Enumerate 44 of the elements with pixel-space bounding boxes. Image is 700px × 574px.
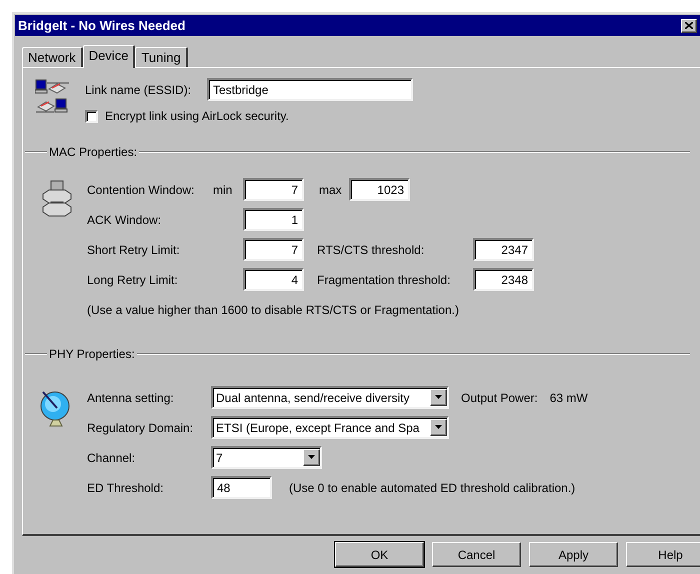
number-field[interactable]: 1023 (349, 178, 410, 201)
dialog-button[interactable]: Help (626, 542, 700, 567)
number-field[interactable]: 1 (243, 208, 304, 231)
field-label: Antenna setting: (87, 390, 175, 406)
checkbox[interactable] (85, 110, 98, 122)
group-title: MAC Properties: (48, 144, 138, 161)
tab[interactable]: Tuning (135, 47, 188, 67)
field-label: ACK Window: (87, 212, 162, 228)
number-field[interactable]: 2348 (473, 268, 534, 291)
output-power-value: 63 mW (550, 390, 588, 406)
field-label: Contention Window: (87, 182, 196, 198)
dropdown[interactable]: Dual antenna, send/receive diversity (211, 386, 449, 409)
dialog-button[interactable]: Apply (529, 542, 618, 567)
checkbox-label[interactable]: Encrypt link using AirLock security. (105, 107, 289, 125)
close-icon[interactable] (681, 18, 697, 32)
max-label: max (319, 182, 343, 198)
field-label: Long Retry Limit: (87, 272, 179, 288)
network-computers-icon (35, 79, 71, 115)
field-label: RTS/CTS threshold: (317, 242, 426, 258)
group-title: PHY Properties: (48, 346, 136, 363)
field-label: ED Threshold: (87, 480, 164, 496)
link-name-field[interactable]: Testbridge (207, 78, 413, 101)
dropdown[interactable]: ETSI (Europe, except France and Spa (211, 416, 449, 439)
number-field[interactable]: 7 (243, 178, 304, 201)
field-label: Link name (ESSID): (85, 82, 192, 98)
number-field[interactable]: 4 (243, 268, 304, 291)
min-label: min (213, 182, 234, 198)
hint-text: (Use 0 to enable automated ED threshold calibration.) (289, 480, 576, 496)
field-label: Channel: (87, 450, 136, 466)
dropdown[interactable]: 7 (211, 446, 322, 469)
output-power-label: Output Power: (461, 390, 538, 406)
dialog-button[interactable]: OK (335, 542, 424, 567)
nut-and-bolt-icon (41, 180, 73, 218)
number-field[interactable]: 2347 (473, 238, 534, 261)
tab[interactable]: Network (22, 47, 83, 67)
number-field[interactable]: 48 (211, 476, 272, 499)
dialog-button[interactable]: Cancel (432, 542, 521, 567)
field-label: Short Retry Limit: (87, 242, 181, 258)
window-title: BridgeIt - No Wires Needed (17, 16, 186, 35)
number-field[interactable]: 7 (243, 238, 304, 261)
field-label: Regulatory Domain: (87, 420, 194, 436)
hint-text: (Use a value higher than 1600 to disable RTS/CTS or Fragmentation.) (87, 302, 460, 319)
field-label: Fragmentation threshold: (317, 272, 452, 288)
tab[interactable]: Device (82, 45, 136, 68)
